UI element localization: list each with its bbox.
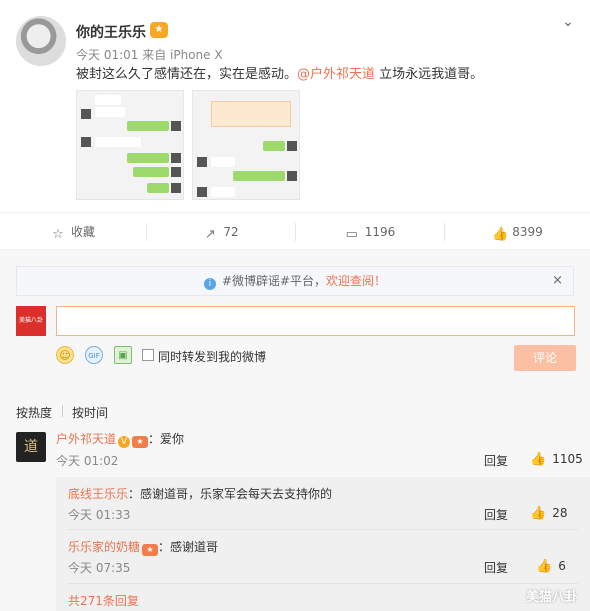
reply-text: ：感谢道哥	[158, 540, 219, 554]
info-icon: i	[203, 278, 216, 290]
comments-area: i #微博辟谣#平台，欢迎查阅！ × 美猫八卦 ☺ GIF ▣ 同时转发到我的微博…	[0, 250, 590, 611]
forward-count: 72	[223, 225, 239, 239]
thumbs-up-icon: 👍	[530, 452, 547, 467]
comment-line: 户外祁天道 V ★ ：爱你	[56, 430, 184, 448]
comment-count: 1196	[364, 225, 396, 239]
image-icon[interactable]: ▣	[114, 346, 132, 364]
chevron-down-icon[interactable]: ⌄	[560, 14, 576, 30]
member-badge-icon: ★	[142, 544, 159, 556]
like-button[interactable]: 👍 8399	[445, 213, 590, 251]
comment-like-count: 1105	[552, 452, 583, 466]
emoji-icon[interactable]: ☺	[56, 346, 74, 364]
sort-divider	[62, 405, 63, 417]
reply-time: 今天 01:33	[68, 508, 131, 522]
thumbs-up-icon: 👍	[530, 506, 547, 521]
reply-like-count: 28	[552, 506, 568, 520]
submit-comment-button[interactable]: 评论	[514, 345, 576, 371]
comment-input[interactable]	[56, 306, 575, 336]
reply-divider	[68, 529, 578, 530]
comment-avatar[interactable]: 道	[16, 432, 46, 462]
forward-checkbox[interactable]	[142, 349, 154, 361]
author-name[interactable]: 你的王乐乐	[76, 22, 146, 42]
reply-button[interactable]: 回复	[484, 559, 508, 576]
reply-time: 今天 07:35	[68, 561, 131, 575]
reply-like-button[interactable]: 👍 6	[536, 559, 566, 574]
post-meta: 今天 01:01 来自 iPhone X	[76, 48, 223, 62]
post-actions: ☆ 收藏 ↗ 72 ▭ 1196 👍 8399	[0, 212, 590, 250]
close-icon[interactable]: ×	[552, 267, 563, 295]
reply-divider	[68, 583, 578, 584]
post-image-2[interactable]	[192, 90, 300, 200]
post-text-after: 立场永远我道哥。	[375, 67, 484, 82]
reply-line: 乐乐家的奶糖 ★ ：感谢道哥	[68, 538, 218, 556]
vip-badge-icon: ★	[150, 22, 168, 38]
comment-time: 今天 01:02	[56, 454, 119, 468]
forward-button[interactable]: ↗ 72	[147, 213, 295, 251]
verified-badge-icon: V	[118, 436, 131, 448]
reply-text: ：感谢道哥，乐家军会每天去支持你的	[128, 487, 333, 501]
reply-like-count: 6	[558, 559, 566, 573]
comment-button[interactable]: ▭ 1196	[296, 213, 444, 251]
my-avatar[interactable]: 美猫八卦	[16, 306, 46, 336]
sort-by-hot[interactable]: 按热度	[16, 404, 52, 421]
post-images	[76, 90, 302, 200]
forward-icon: ↗	[204, 227, 216, 242]
member-badge-icon: ★	[132, 436, 149, 448]
comment-like-button[interactable]: 👍 1105	[530, 452, 583, 467]
reply-like-button[interactable]: 👍 28	[530, 506, 567, 521]
comment-text: ：爱你	[148, 432, 185, 446]
post-text-before: 被封这么久了感情还在，实在是感动。	[76, 67, 298, 82]
reply-user[interactable]: 乐乐家的奶糖	[68, 540, 140, 554]
more-replies-link[interactable]: 共271条回复	[68, 592, 139, 609]
favorite-label: 收藏	[70, 225, 95, 239]
sort-by-time[interactable]: 按时间	[72, 404, 108, 421]
like-count: 8399	[512, 225, 543, 239]
author-avatar[interactable]	[16, 16, 66, 66]
comment-icon: ▭	[345, 227, 358, 242]
weibo-post: 你的王乐乐 ★ ⌄ 今天 01:01 来自 iPhone X 被封这么久了感情还…	[0, 0, 590, 212]
notice-link[interactable]: 欢迎查阅！	[326, 274, 386, 288]
post-image-1[interactable]	[76, 90, 184, 200]
thumbs-up-icon: 👍	[536, 559, 553, 574]
post-text: 被封这么久了感情还在，实在是感动。@户外祁天道 立场永远我道哥。	[76, 66, 576, 84]
favorite-button[interactable]: ☆ 收藏	[0, 213, 146, 251]
reply-line: 底线王乐乐：感谢道哥，乐家军会每天去支持你的	[68, 485, 332, 502]
gif-icon[interactable]: GIF	[85, 346, 103, 364]
reply-button[interactable]: 回复	[484, 452, 508, 469]
reply-user[interactable]: 底线王乐乐	[68, 487, 128, 501]
star-icon: ☆	[52, 227, 64, 242]
comment-user[interactable]: 户外祁天道	[56, 432, 116, 446]
mention-link[interactable]: @户外祁天道	[297, 67, 375, 82]
watermark: 美猫八卦	[525, 590, 578, 605]
thumbs-up-icon: 👍	[492, 227, 509, 242]
notice-prefix[interactable]: #微博辟谣#平台，	[222, 274, 326, 288]
reply-button[interactable]: 回复	[484, 506, 508, 523]
rumor-notice: i #微博辟谣#平台，欢迎查阅！ ×	[16, 266, 574, 296]
forward-checkbox-label[interactable]: 同时转发到我的微博	[158, 348, 266, 365]
